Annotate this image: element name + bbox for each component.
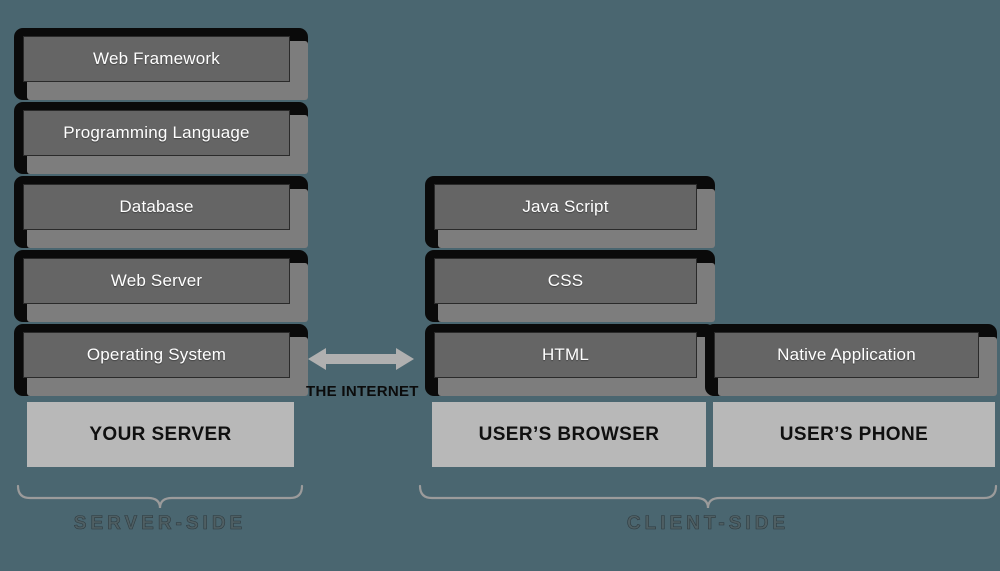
server-layer-label: Programming Language xyxy=(23,110,290,156)
server-layer-web-server[interactable]: Web Server xyxy=(14,250,308,322)
bracket-label-client-side: CLIENT-SIDE xyxy=(626,513,790,535)
server-layer-label: Database xyxy=(23,184,290,230)
server-layer-operating-system[interactable]: Operating System xyxy=(14,324,308,396)
server-layer-label: Web Framework xyxy=(23,36,290,82)
platform-label: USER’S BROWSER xyxy=(478,423,660,445)
browser-layer-css[interactable]: CSS xyxy=(425,250,715,322)
browser-layer-label: CSS xyxy=(434,258,697,304)
platform-users-browser[interactable]: USER’S BROWSER xyxy=(432,402,706,467)
phone-layer-label: Native Application xyxy=(714,332,979,378)
server-layer-web-framework[interactable]: Web Framework xyxy=(14,28,308,100)
browser-layer-label: Java Script xyxy=(434,184,697,230)
server-layer-label: Operating System xyxy=(23,332,290,378)
bracket-label-server-side: SERVER-SIDE xyxy=(73,513,247,535)
internet-label: THE INTERNET xyxy=(306,383,419,400)
server-layer-database[interactable]: Database xyxy=(14,176,308,248)
bracket-server-side xyxy=(16,484,304,510)
server-layer-programming-language[interactable]: Programming Language xyxy=(14,102,308,174)
double-headed-arrow-icon xyxy=(308,348,414,370)
platform-label: YOUR SERVER xyxy=(89,423,232,445)
brace-icon xyxy=(16,484,304,509)
internet-arrow xyxy=(306,344,416,374)
browser-layer-label: HTML xyxy=(434,332,697,378)
platform-label: USER’S PHONE xyxy=(779,423,929,445)
diagram-canvas: Web Framework Programming Language Datab… xyxy=(0,0,1000,571)
bracket-client-side xyxy=(418,484,998,510)
browser-layer-java-script[interactable]: Java Script xyxy=(425,176,715,248)
server-layer-label: Web Server xyxy=(23,258,290,304)
phone-layer-native-application[interactable]: Native Application xyxy=(705,324,997,396)
brace-icon xyxy=(418,484,998,509)
platform-your-server[interactable]: YOUR SERVER xyxy=(27,402,294,467)
browser-layer-html[interactable]: HTML xyxy=(425,324,715,396)
platform-users-phone[interactable]: USER’S PHONE xyxy=(713,402,995,467)
